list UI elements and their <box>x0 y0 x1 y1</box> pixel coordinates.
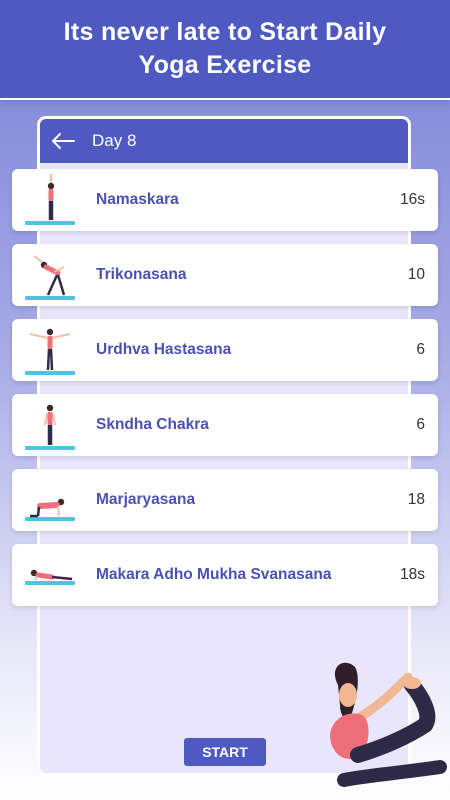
start-button[interactable]: START <box>184 738 266 766</box>
marjaryasana-pose-icon <box>24 472 76 528</box>
exercise-name: Urdhva Hastasana <box>96 341 232 358</box>
makara-adho-mukha-svanasana-pose-icon <box>24 547 76 603</box>
namaskara-pose-icon <box>24 172 76 228</box>
exercise-duration: 6 <box>416 341 425 358</box>
exercise-duration: 6 <box>416 416 425 433</box>
exercise-name: Trikonasana <box>96 266 187 283</box>
exercise-name: Makara Adho Mukha Svanasana <box>96 566 332 583</box>
exercise-item[interactable]: Namaskara 16s <box>12 169 438 231</box>
exercise-duration: 16s <box>400 191 425 208</box>
exercise-name: Skndha Chakra <box>96 416 209 433</box>
exercise-duration: 18s <box>400 566 425 583</box>
exercise-name: Marjaryasana <box>96 491 196 508</box>
banner-title: Its never late to Start Daily Yoga Exerc… <box>63 18 387 79</box>
exercise-item[interactable]: Trikonasana 10 <box>12 244 438 306</box>
trikonasana-pose-icon <box>24 247 76 303</box>
arrow-left-icon[interactable] <box>50 131 76 151</box>
exercise-item[interactable]: Marjaryasana 18 <box>12 469 438 531</box>
app-bar: Day 8 <box>40 119 408 163</box>
exercise-item[interactable]: Makara Adho Mukha Svanasana 18s <box>12 544 438 606</box>
yoga-woman-illustration <box>330 662 447 787</box>
exercise-duration: 18 <box>407 491 425 508</box>
exercise-name: Namaskara <box>96 191 179 208</box>
exercise-item[interactable]: Urdhva Hastasana 6 <box>12 319 438 381</box>
exercise-duration: 10 <box>407 266 425 283</box>
urdhva-hastasana-pose-icon <box>24 322 76 378</box>
exercise-item[interactable]: Skndha Chakra 6 <box>12 394 438 456</box>
day-title: Day 8 <box>92 131 137 150</box>
header-banner: Its never late to Start Daily Yoga Exerc… <box>0 0 450 98</box>
skndha-chakra-pose-icon <box>24 397 76 453</box>
